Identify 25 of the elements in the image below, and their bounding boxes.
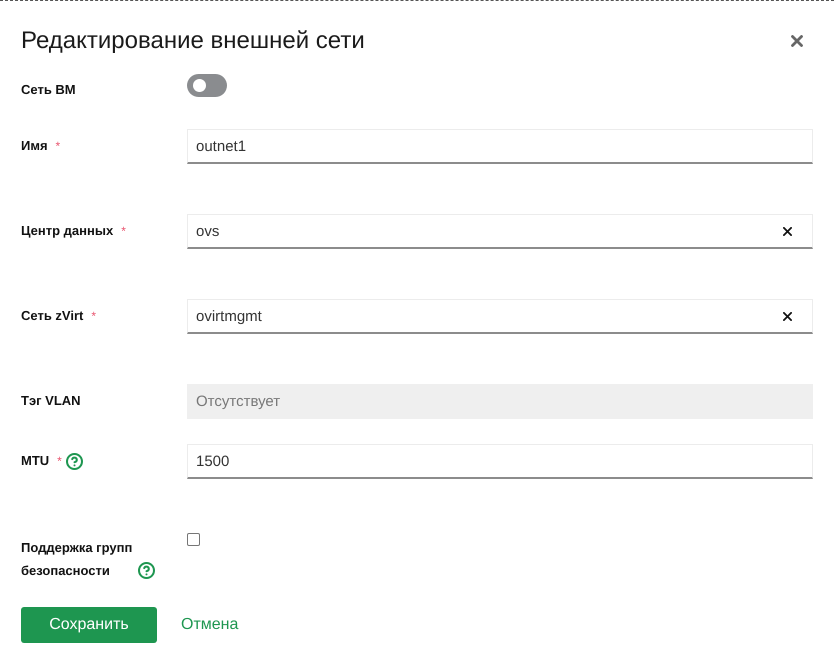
field-label: Поддержка групп безопасности xyxy=(21,539,134,580)
clear-icon[interactable] xyxy=(783,226,792,236)
required-mark: * xyxy=(91,308,96,325)
required-mark: * xyxy=(56,138,60,155)
help-icon[interactable] xyxy=(66,452,83,470)
field-label: Сеть zVirt xyxy=(21,307,84,325)
help-icon[interactable] xyxy=(138,562,155,579)
close-icon[interactable] xyxy=(791,35,803,47)
required-mark: * xyxy=(57,453,62,470)
save-button[interactable]: Сохранить xyxy=(21,607,157,643)
input-field[interactable]: outnet1 xyxy=(187,129,813,164)
field-label: Имя xyxy=(21,137,48,155)
cancel-link[interactable]: Отмена xyxy=(181,616,238,634)
field-label: Тэг VLAN xyxy=(21,392,81,410)
input-field[interactable]: 1500 xyxy=(187,444,813,479)
field-label: Сеть ВМ xyxy=(21,81,76,99)
toggle-switch[interactable] xyxy=(187,74,227,97)
dialog-title: Редактирование внешней сети xyxy=(21,26,365,56)
field-label: MTU xyxy=(21,452,50,470)
clear-icon[interactable] xyxy=(783,312,792,320)
dropdown-field[interactable]: ovirtmgmt xyxy=(187,299,813,334)
dropdown-field[interactable]: ovs xyxy=(187,214,813,249)
checkbox[interactable] xyxy=(187,533,200,546)
field-label: Центр данных xyxy=(21,222,114,240)
required-mark: * xyxy=(121,223,126,240)
